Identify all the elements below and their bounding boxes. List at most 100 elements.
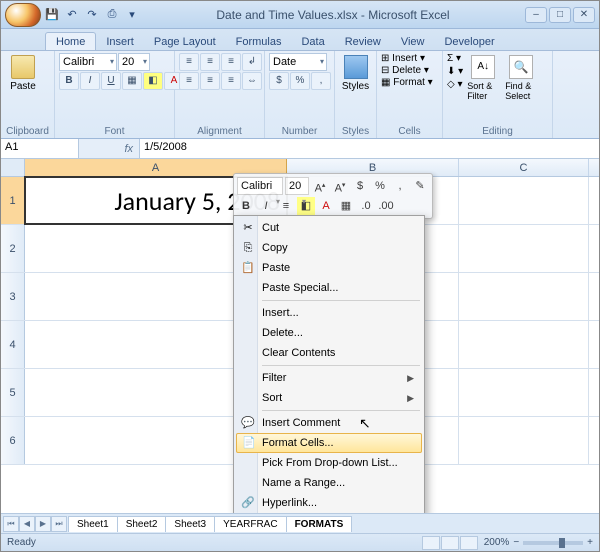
row-header[interactable]: 1 xyxy=(1,177,25,224)
wrap-text[interactable]: ↲ xyxy=(242,53,262,71)
qat-more-icon[interactable]: ▾ xyxy=(123,6,141,24)
mini-percent[interactable]: % xyxy=(371,177,389,195)
menu-format-cells[interactable]: 📄Format Cells... xyxy=(236,433,422,453)
grow-font-icon[interactable]: A▴ xyxy=(311,177,329,195)
align-left[interactable]: ≡ xyxy=(179,72,199,90)
formula-input[interactable]: 1/5/2008 xyxy=(139,139,599,158)
border-button[interactable]: ▦ xyxy=(122,72,142,90)
currency-button[interactable]: $ xyxy=(269,72,289,90)
bold-button[interactable]: B xyxy=(59,72,79,90)
mini-border[interactable]: ▦ xyxy=(337,197,355,215)
row-header[interactable]: 6 xyxy=(1,417,25,464)
name-box[interactable]: A1 xyxy=(1,139,79,158)
align-top[interactable]: ≡ xyxy=(179,53,199,71)
align-center[interactable]: ≡ xyxy=(200,72,220,90)
cell[interactable] xyxy=(459,273,589,320)
mini-bold[interactable]: B xyxy=(237,197,255,215)
view-page-layout[interactable] xyxy=(441,536,459,550)
tab-formulas[interactable]: Formulas xyxy=(226,33,292,50)
underline-button[interactable]: U xyxy=(101,72,121,90)
mini-dec-decrease[interactable]: .0 xyxy=(357,197,375,215)
minimize-button[interactable]: – xyxy=(525,7,547,23)
cell[interactable] xyxy=(459,177,589,224)
mini-dec-increase[interactable]: .00 xyxy=(377,197,395,215)
styles-button[interactable]: Styles xyxy=(339,53,372,94)
menu-pick-from-list[interactable]: Pick From Drop-down List... xyxy=(236,453,422,473)
mini-italic[interactable]: I xyxy=(257,197,275,215)
font-size-combo[interactable]: 20 xyxy=(118,53,150,71)
menu-paste-special[interactable]: Paste Special... xyxy=(236,278,422,298)
col-header-c[interactable]: C xyxy=(459,159,589,176)
row-header[interactable]: 4 xyxy=(1,321,25,368)
comma-button[interactable]: , xyxy=(311,72,331,90)
cell[interactable] xyxy=(459,225,589,272)
undo-icon[interactable]: ↶ xyxy=(63,6,81,24)
tab-page-layout[interactable]: Page Layout xyxy=(144,33,226,50)
fill-button[interactable]: ⬇ ▾ xyxy=(447,66,463,77)
tab-view[interactable]: View xyxy=(391,33,435,50)
menu-paste[interactable]: 📋Paste xyxy=(236,258,422,278)
tab-insert[interactable]: Insert xyxy=(96,33,144,50)
sheet-nav-next[interactable]: ▶ xyxy=(35,516,51,532)
fx-button[interactable]: fx xyxy=(79,139,139,158)
row-header[interactable]: 2 xyxy=(1,225,25,272)
zoom-level[interactable]: 200% xyxy=(484,537,510,548)
print-icon[interactable]: ⎙ xyxy=(103,6,121,24)
mini-fill-color[interactable]: ◧ xyxy=(297,197,315,215)
fill-color-button[interactable]: ◧ xyxy=(143,72,163,90)
menu-hyperlink[interactable]: 🔗Hyperlink... xyxy=(236,493,422,513)
mini-currency[interactable]: $ xyxy=(351,177,369,195)
menu-delete[interactable]: Delete... xyxy=(236,323,422,343)
number-format-combo[interactable]: Date xyxy=(269,53,327,71)
tab-data[interactable]: Data xyxy=(291,33,334,50)
mini-font-color[interactable]: A xyxy=(317,197,335,215)
maximize-button[interactable]: □ xyxy=(549,7,571,23)
tab-developer[interactable]: Developer xyxy=(434,33,504,50)
sheet-nav-last[interactable]: ⏭ xyxy=(51,516,67,532)
tab-review[interactable]: Review xyxy=(335,33,391,50)
sheet-tab[interactable]: Sheet3 xyxy=(165,516,215,532)
close-button[interactable]: ✕ xyxy=(573,7,595,23)
tab-home[interactable]: Home xyxy=(45,32,96,50)
menu-insert-comment[interactable]: 💬Insert Comment xyxy=(236,413,422,433)
sheet-tab[interactable]: YEARFRAC xyxy=(214,516,286,532)
clear-button[interactable]: ◇ ▾ xyxy=(447,79,463,90)
office-button[interactable] xyxy=(5,3,41,27)
zoom-slider[interactable] xyxy=(523,541,583,545)
sheet-nav-prev[interactable]: ◀ xyxy=(19,516,35,532)
align-bot[interactable]: ≡ xyxy=(221,53,241,71)
merge[interactable]: ⇔ xyxy=(242,72,262,90)
sheet-tab[interactable]: Sheet2 xyxy=(117,516,167,532)
menu-filter[interactable]: Filter▶ xyxy=(236,368,422,388)
insert-cells-button[interactable]: ⊞ Insert ▾ xyxy=(381,53,425,64)
view-page-break[interactable] xyxy=(460,536,478,550)
mini-comma[interactable]: , xyxy=(391,177,409,195)
format-painter-icon[interactable]: ✎ xyxy=(411,177,429,195)
sheet-tab-active[interactable]: FORMATS xyxy=(286,516,353,532)
find-select-button[interactable]: 🔍Find & Select xyxy=(503,53,539,103)
mini-size-combo[interactable]: 20 xyxy=(285,177,309,195)
menu-sort[interactable]: Sort▶ xyxy=(236,388,422,408)
mini-font-combo[interactable]: Calibri xyxy=(237,177,283,195)
paste-button[interactable]: Paste xyxy=(5,53,41,94)
cell[interactable] xyxy=(459,321,589,368)
row-header[interactable]: 5 xyxy=(1,369,25,416)
select-all-corner[interactable] xyxy=(1,159,25,176)
zoom-out-button[interactable]: − xyxy=(513,537,519,548)
menu-insert[interactable]: Insert... xyxy=(236,303,422,323)
zoom-in-button[interactable]: + xyxy=(587,537,593,548)
font-name-combo[interactable]: Calibri xyxy=(59,53,117,71)
menu-copy[interactable]: ⎘Copy xyxy=(236,238,422,258)
sort-filter-button[interactable]: A↓Sort & Filter xyxy=(465,53,501,103)
cell[interactable] xyxy=(459,369,589,416)
sheet-tab[interactable]: Sheet1 xyxy=(68,516,118,532)
view-normal[interactable] xyxy=(422,536,440,550)
save-icon[interactable]: 💾 xyxy=(43,6,61,24)
align-right[interactable]: ≡ xyxy=(221,72,241,90)
autosum-button[interactable]: Σ ▾ xyxy=(447,53,463,64)
row-header[interactable]: 3 xyxy=(1,273,25,320)
delete-cells-button[interactable]: ⊟ Delete ▾ xyxy=(381,65,429,76)
shrink-font-icon[interactable]: A▾ xyxy=(331,177,349,195)
italic-button[interactable]: I xyxy=(80,72,100,90)
format-cells-button[interactable]: ▦ Format ▾ xyxy=(381,77,433,88)
